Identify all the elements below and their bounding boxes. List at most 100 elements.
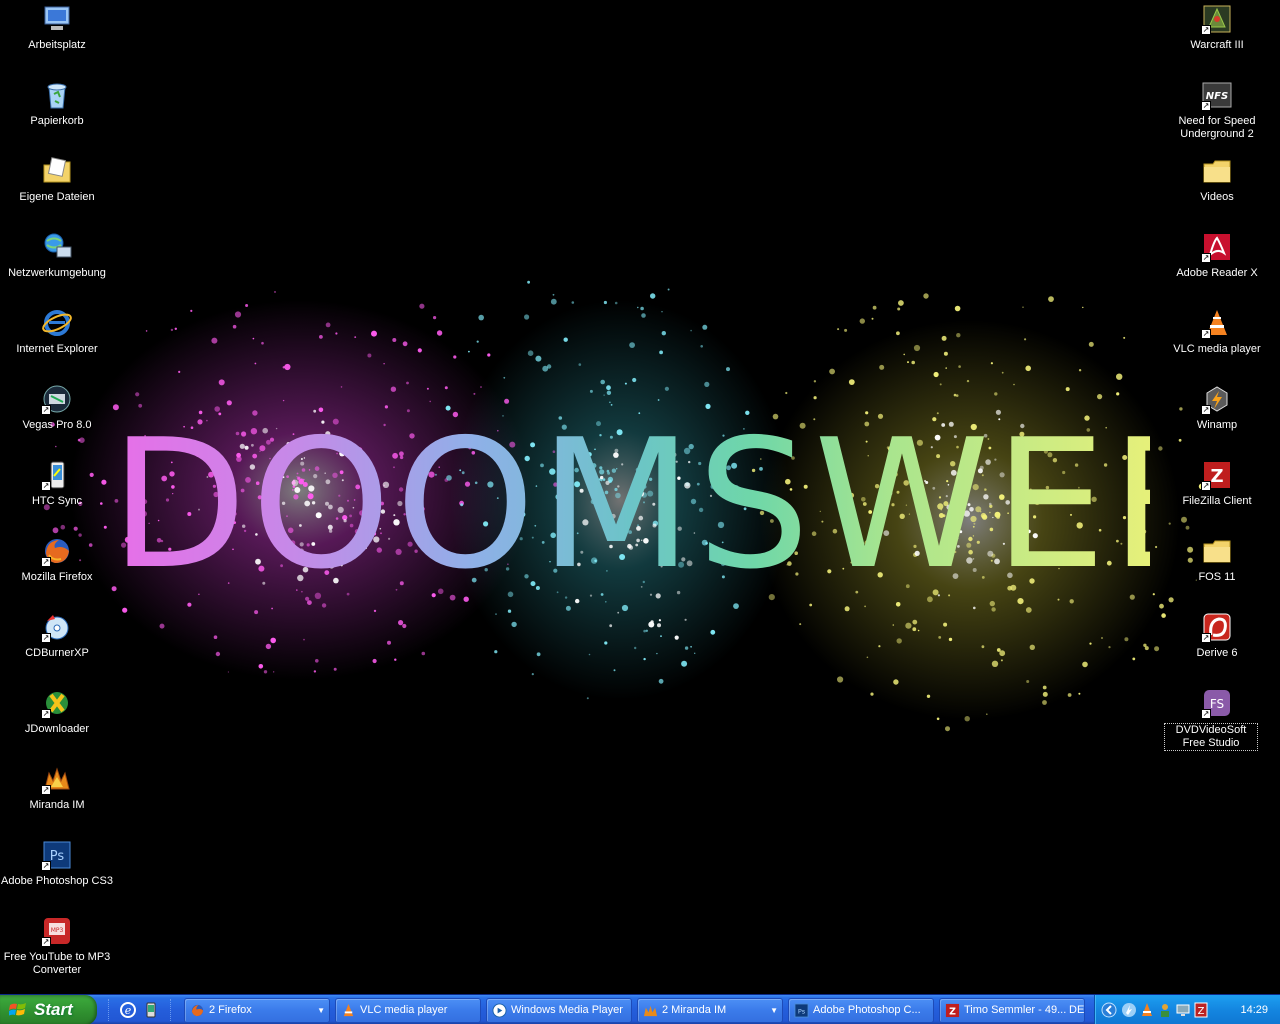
- shortcut-arrow-icon: ↗: [41, 481, 51, 491]
- desktop-icon-htc-sync[interactable]: ↗ HTC Sync: [0, 457, 114, 529]
- photoshop-icon: Ps: [794, 1003, 809, 1018]
- tray-messenger-icon[interactable]: [1121, 1002, 1137, 1018]
- shortcut-arrow-icon: ↗: [1201, 329, 1211, 339]
- tray-expand-icon[interactable]: [1101, 1002, 1117, 1018]
- recycle-bin-icon: [47, 83, 67, 109]
- my-documents-icon: [43, 157, 71, 183]
- taskbar-button-label: 2 Miranda IM: [662, 1004, 727, 1016]
- desktop-icon-label: Mozilla Firefox: [21, 571, 93, 583]
- shortcut-arrow-icon: ↗: [41, 709, 51, 719]
- shortcut-arrow-icon: ↗: [41, 557, 51, 567]
- desktop-icon-label: JDownloader: [24, 723, 90, 735]
- svg-text:e: e: [125, 1004, 132, 1017]
- windows-flag-icon: [9, 1003, 26, 1016]
- wmp-icon: [492, 1003, 507, 1018]
- wallpaper-logo-text: DOOMSWEB: [110, 401, 1237, 608]
- clock[interactable]: 14:29: [1240, 995, 1268, 1024]
- desktop-icon-label: Free YouTube to MP3 Converter: [3, 951, 111, 976]
- filezilla-icon: Z: [945, 1003, 960, 1017]
- network-icon: [44, 233, 72, 258]
- shortcut-arrow-icon: ↗: [41, 785, 51, 795]
- desktop-icon-adobe-reader[interactable]: ↗ Adobe Reader X: [1160, 229, 1274, 301]
- fos-icon: [1203, 540, 1231, 563]
- taskbar-button-vlc[interactable]: VLC media player: [335, 998, 481, 1023]
- miranda-icon: [643, 1005, 658, 1017]
- quicklaunch-separator-2: [170, 999, 172, 1021]
- desktop-icon-label: Vegas Pro 8.0: [22, 419, 92, 431]
- desktop-icon-fos[interactable]: FOS 11: [1160, 533, 1274, 605]
- taskbar-button-photoshop[interactable]: Ps Adobe Photoshop C...: [788, 998, 934, 1023]
- desktop-icon-warcraft[interactable]: ↗ Warcraft III: [1160, 1, 1274, 73]
- svg-text:Ps: Ps: [50, 849, 65, 864]
- shortcut-arrow-icon: ↗: [1201, 253, 1211, 263]
- svg-text:Ps: Ps: [798, 1007, 806, 1015]
- desktop-icon-label: FOS 11: [1198, 571, 1236, 583]
- start-label: Start: [34, 1000, 73, 1019]
- desktop-icon-firefox[interactable]: ↗ Mozilla Firefox: [0, 533, 114, 605]
- desktop-icon-computer[interactable]: Arbeitsplatz: [0, 1, 114, 73]
- shortcut-arrow-icon: ↗: [1201, 405, 1211, 415]
- desktop-icon-videos[interactable]: Videos: [1160, 153, 1274, 225]
- shortcut-arrow-icon: ↗: [1201, 633, 1211, 643]
- taskbar-button-label: Timo Semmler - 49...: [964, 1004, 1067, 1016]
- desktop-icon-label: Papierkorb: [30, 115, 84, 127]
- desktop-icon-my-documents[interactable]: Eigene Dateien: [0, 153, 114, 225]
- desktop-icon-label: CDBurnerXP: [25, 647, 89, 659]
- desktop-icon-label: Adobe Photoshop CS3: [1, 875, 113, 887]
- quicklaunch-separator: [108, 999, 110, 1021]
- desktop-icon-vegas-pro[interactable]: ↗ Vegas Pro 8.0: [0, 381, 114, 453]
- taskbar-button-filezilla[interactable]: Z Timo Semmler - 49...: [939, 998, 1085, 1023]
- firefox-icon: [191, 1004, 204, 1017]
- desktop-icon-jdownloader[interactable]: ↗ JDownloader: [0, 685, 114, 757]
- taskbar-button-miranda[interactable]: 2 Miranda IM ▼: [637, 998, 783, 1023]
- ie-quicklaunch-icon[interactable]: e: [119, 1001, 137, 1019]
- svg-text:FS: FS: [1210, 697, 1224, 711]
- shortcut-arrow-icon: ↗: [41, 861, 51, 871]
- taskbar-button-firefox[interactable]: 2 Firefox ▼: [184, 998, 330, 1023]
- desktop-icon-internet-explorer[interactable]: Internet Explorer: [0, 305, 114, 377]
- desktop-icon-label: Arbeitsplatz: [28, 39, 86, 51]
- taskbar-button-label: 2 Firefox: [209, 1004, 252, 1016]
- system-tray: DE Z 14:29: [1069, 995, 1280, 1024]
- start-button[interactable]: Start: [0, 995, 97, 1024]
- desktop-icon-miranda[interactable]: ↗ Miranda IM: [0, 761, 114, 833]
- internet-explorer-icon: [42, 310, 72, 336]
- language-indicator[interactable]: DE: [1069, 995, 1084, 1024]
- desktop-icon-recycle-bin[interactable]: Papierkorb: [0, 77, 114, 149]
- desktop-icon-nfs[interactable]: NFS ↗ Need for Speed Underground 2: [1160, 77, 1274, 149]
- desktop-icon-label: Internet Explorer: [16, 343, 98, 355]
- desktop-icon-label: DVDVideoSoft Free Studio: [1164, 723, 1258, 751]
- desktop-icon-cdburnerxp[interactable]: ↗ CDBurnerXP: [0, 609, 114, 681]
- vlc-icon: [343, 1003, 354, 1017]
- group-dropdown-icon: ▼: [317, 1006, 325, 1015]
- tray-vlc-icon[interactable]: [1139, 1002, 1155, 1018]
- desktop-icon-photoshop[interactable]: Ps ↗ Adobe Photoshop CS3: [0, 837, 114, 909]
- device-quicklaunch-icon[interactable]: [142, 1001, 160, 1019]
- videos-icon: [1203, 160, 1231, 183]
- taskbar: Start e 2 Firefox ▼ VLC media player Window…: [0, 994, 1280, 1024]
- taskbar-button-label: VLC media player: [360, 1004, 448, 1016]
- desktop-icon-label: HTC Sync: [31, 495, 83, 507]
- desktop-icon-filezilla[interactable]: Z ↗ FileZilla Client: [1160, 457, 1274, 529]
- shortcut-arrow-icon: ↗: [1201, 25, 1211, 35]
- shortcut-arrow-icon: ↗: [41, 633, 51, 643]
- desktop-icon-label: VLC media player: [1173, 343, 1261, 355]
- desktop-icon-label: Winamp: [1196, 419, 1238, 431]
- desktop-icon-label: Eigene Dateien: [19, 191, 95, 203]
- desktop-icon-youtube-mp3[interactable]: MP3 ↗ Free YouTube to MP3 Converter: [0, 913, 114, 985]
- desktop-icon-vlc[interactable]: ↗ VLC media player: [1160, 305, 1274, 377]
- desktop-icon-network[interactable]: Netzwerkumgebung: [0, 229, 114, 301]
- tray-filezilla-icon[interactable]: Z: [1193, 1002, 1209, 1018]
- svg-text:Z: Z: [1198, 1006, 1205, 1017]
- tray-network-icon[interactable]: [1175, 1002, 1191, 1018]
- svg-text:MP3: MP3: [51, 927, 64, 934]
- shortcut-arrow-icon: ↗: [1201, 481, 1211, 491]
- taskbar-button-wmp[interactable]: Windows Media Player: [486, 998, 632, 1023]
- desktop-icon-winamp[interactable]: ↗ Winamp: [1160, 381, 1274, 453]
- tray-miranda-icon[interactable]: [1157, 1002, 1173, 1018]
- computer-icon: [44, 6, 70, 30]
- desktop-icon-label: Netzwerkumgebung: [8, 267, 106, 279]
- desktop-icon-dvdvideosoft[interactable]: FS ↗ DVDVideoSoft Free Studio: [1160, 685, 1274, 757]
- svg-text:Z: Z: [949, 1006, 956, 1017]
- desktop-icon-derive[interactable]: ↗ Derive 6: [1160, 609, 1274, 681]
